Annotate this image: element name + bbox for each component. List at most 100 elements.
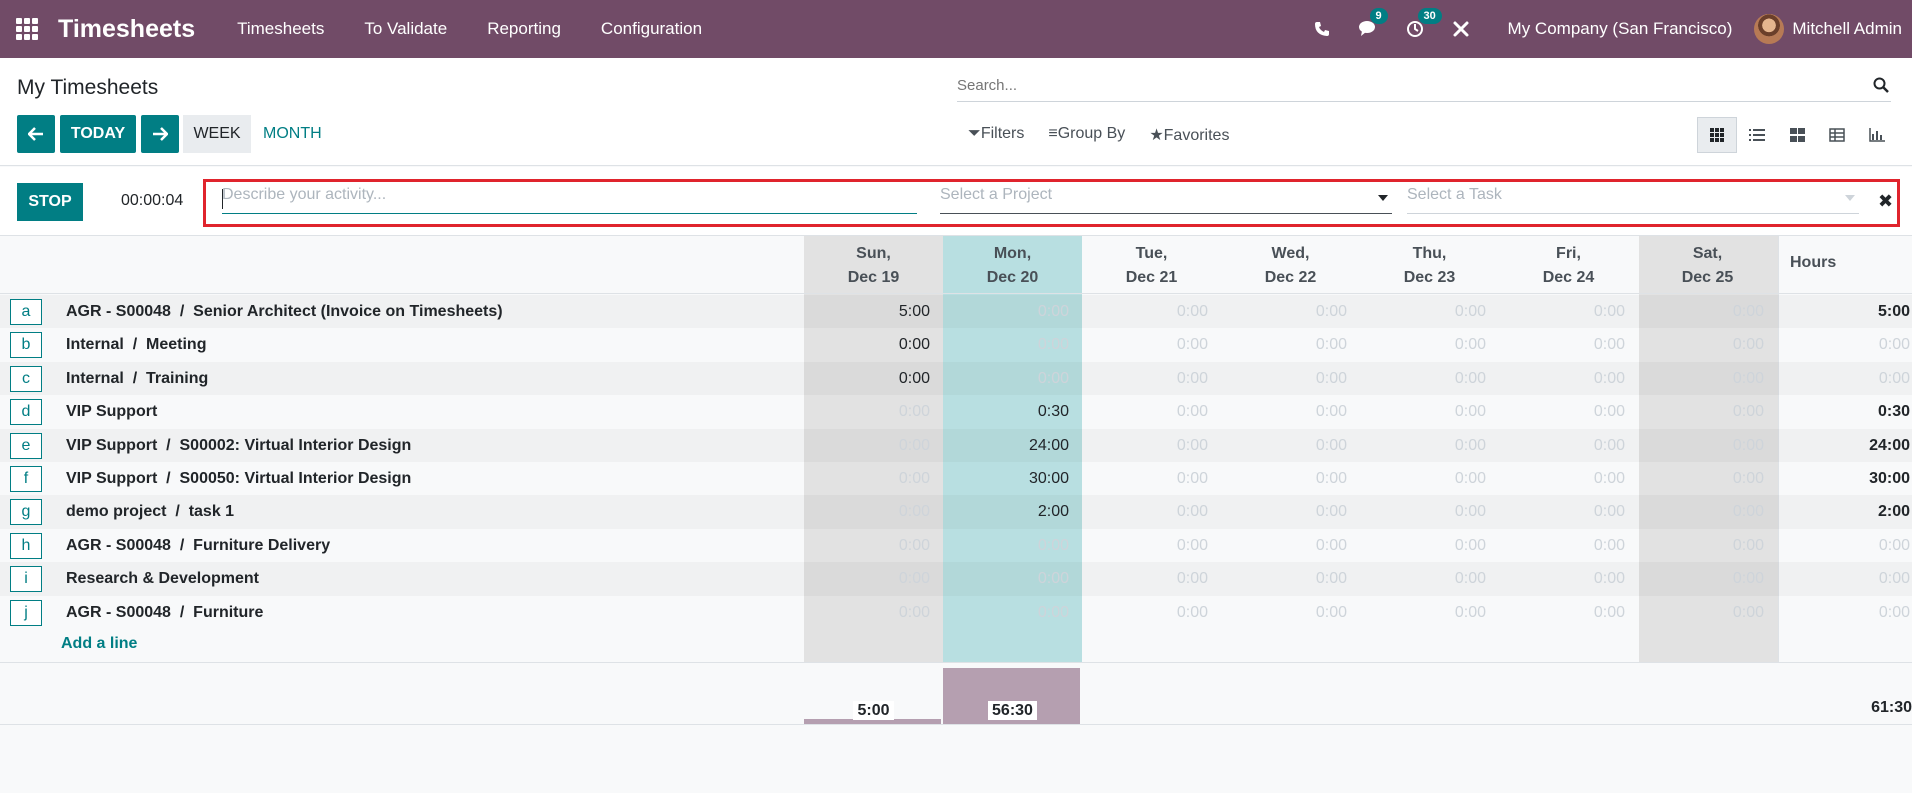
hours-cell[interactable]: 0:00	[1499, 370, 1625, 388]
group-by-button[interactable]: ≡Group By	[1048, 125, 1125, 145]
hours-cell[interactable]: 0:00	[1499, 503, 1625, 521]
hours-cell[interactable]: 0:00	[1221, 570, 1347, 588]
grid-view-button[interactable]	[1697, 117, 1737, 153]
hours-cell[interactable]: 0:00	[1082, 336, 1208, 354]
hours-cell[interactable]: 0:00	[1082, 470, 1208, 488]
hours-cell[interactable]: 0:00	[1499, 604, 1625, 622]
row-shortcut-key[interactable]: j	[10, 599, 42, 626]
row-shortcut-key[interactable]: g	[10, 499, 42, 526]
row-shortcut-key[interactable]: d	[10, 399, 42, 426]
project-select[interactable]: Select a Project	[940, 186, 1392, 214]
hours-cell[interactable]: 0:00	[1638, 470, 1764, 488]
stop-button[interactable]: STOP	[17, 183, 83, 221]
hours-cell[interactable]: 0:00	[804, 537, 930, 555]
hours-cell[interactable]: 0:00	[1499, 336, 1625, 354]
hours-cell[interactable]: 0:00	[1360, 336, 1486, 354]
hours-cell[interactable]: 0:00	[1221, 403, 1347, 421]
hours-cell[interactable]: 0:00	[1638, 336, 1764, 354]
hours-cell[interactable]: 0:00	[943, 537, 1069, 555]
hours-cell[interactable]: 0:00	[1638, 403, 1764, 421]
hours-cell[interactable]: 0:00	[1499, 537, 1625, 555]
hours-cell[interactable]: 0:00	[1082, 303, 1208, 321]
row-shortcut-key[interactable]: e	[10, 432, 42, 459]
hours-cell[interactable]: 0:00	[943, 370, 1069, 388]
hours-cell[interactable]: 0:00	[1221, 303, 1347, 321]
hours-cell[interactable]: 0:00	[1638, 370, 1764, 388]
hours-cell[interactable]: 0:00	[1638, 303, 1764, 321]
hours-cell[interactable]: 0:00	[1221, 437, 1347, 455]
hours-cell[interactable]: 0:00	[804, 604, 930, 622]
avatar[interactable]	[1754, 14, 1785, 44]
hours-cell[interactable]: 0:00	[943, 303, 1069, 321]
user-menu[interactable]: Mitchell Admin	[1792, 19, 1902, 39]
month-button[interactable]: MONTH	[263, 125, 322, 143]
hours-cell[interactable]: 0:00	[804, 470, 930, 488]
company-switcher[interactable]: My Company (San Francisco)	[1508, 19, 1733, 39]
menu-configuration[interactable]: Configuration	[581, 19, 722, 39]
hours-cell[interactable]: 0:00	[1499, 437, 1625, 455]
row-shortcut-key[interactable]: i	[10, 566, 42, 593]
app-title[interactable]: Timesheets	[58, 15, 195, 44]
hours-cell[interactable]: 0:00	[1360, 537, 1486, 555]
search-icon[interactable]	[1873, 77, 1889, 98]
row-shortcut-key[interactable]: c	[10, 365, 42, 392]
hours-cell[interactable]: 0:00	[1221, 470, 1347, 488]
hours-cell[interactable]: 0:00	[1360, 503, 1486, 521]
hours-cell[interactable]: 5:00	[804, 303, 930, 321]
menu-timesheets[interactable]: Timesheets	[217, 19, 344, 39]
hours-cell[interactable]: 2:00	[943, 503, 1069, 521]
hours-cell[interactable]: 0:00	[1638, 503, 1764, 521]
hours-cell[interactable]: 0:00	[1360, 403, 1486, 421]
hours-cell[interactable]: 0:00	[804, 370, 930, 388]
phone-icon[interactable]	[1314, 21, 1330, 37]
hours-cell[interactable]: 0:00	[1499, 403, 1625, 421]
hours-cell[interactable]: 0:00	[943, 570, 1069, 588]
hours-cell[interactable]: 0:00	[1221, 604, 1347, 622]
hours-cell[interactable]: 0:00	[943, 604, 1069, 622]
hours-cell[interactable]: 0:00	[1082, 570, 1208, 588]
menu-to-validate[interactable]: To Validate	[344, 19, 467, 39]
hours-cell[interactable]: 0:00	[1082, 437, 1208, 455]
row-shortcut-key[interactable]: h	[10, 532, 42, 559]
hours-cell[interactable]: 0:00	[804, 570, 930, 588]
close-icon[interactable]: ✖	[1878, 191, 1893, 212]
hours-cell[interactable]: 0:00	[1638, 570, 1764, 588]
search-input[interactable]	[957, 70, 1857, 100]
hours-cell[interactable]: 0:00	[1082, 403, 1208, 421]
hours-cell[interactable]: 0:00	[1638, 604, 1764, 622]
hours-cell[interactable]: 0:00	[1082, 370, 1208, 388]
chat-icon[interactable]: 9	[1358, 8, 1388, 38]
hours-cell[interactable]: 0:00	[1638, 537, 1764, 555]
row-shortcut-key[interactable]: b	[10, 332, 42, 359]
hours-cell[interactable]: 0:00	[1499, 303, 1625, 321]
row-shortcut-key[interactable]: a	[10, 299, 42, 325]
week-button[interactable]: WEEK	[183, 115, 251, 153]
hours-cell[interactable]: 0:00	[943, 336, 1069, 354]
hours-cell[interactable]: 0:00	[1082, 503, 1208, 521]
favorites-button[interactable]: ★Favorites	[1149, 125, 1229, 145]
filters-button[interactable]: ⏷Filters	[968, 125, 1024, 145]
hours-cell[interactable]: 0:00	[1082, 537, 1208, 555]
hours-cell[interactable]: 0:30	[943, 403, 1069, 421]
hours-cell[interactable]: 0:00	[1360, 570, 1486, 588]
hours-cell[interactable]: 0:00	[1360, 303, 1486, 321]
next-button[interactable]	[141, 115, 179, 153]
apps-grid-icon[interactable]	[16, 18, 38, 40]
hours-cell[interactable]: 0:00	[804, 437, 930, 455]
graph-view-button[interactable]	[1857, 117, 1897, 153]
today-button[interactable]: TODAY	[60, 115, 136, 153]
previous-button[interactable]	[17, 115, 55, 153]
hours-cell[interactable]: 0:00	[1221, 537, 1347, 555]
tools-icon[interactable]	[1452, 20, 1470, 38]
add-line-button[interactable]: Add a line	[61, 635, 137, 653]
hours-cell[interactable]: 0:00	[804, 503, 930, 521]
hours-cell[interactable]: 0:00	[1360, 370, 1486, 388]
hours-cell[interactable]: 0:00	[1221, 503, 1347, 521]
hours-cell[interactable]: 0:00	[1499, 470, 1625, 488]
description-field[interactable]: Describe your activity...	[222, 186, 917, 214]
row-shortcut-key[interactable]: f	[10, 466, 42, 492]
hours-cell[interactable]: 0:00	[1082, 604, 1208, 622]
list-view-button[interactable]	[1737, 117, 1777, 153]
hours-cell[interactable]: 24:00	[943, 437, 1069, 455]
kanban-view-button[interactable]	[1777, 117, 1817, 153]
